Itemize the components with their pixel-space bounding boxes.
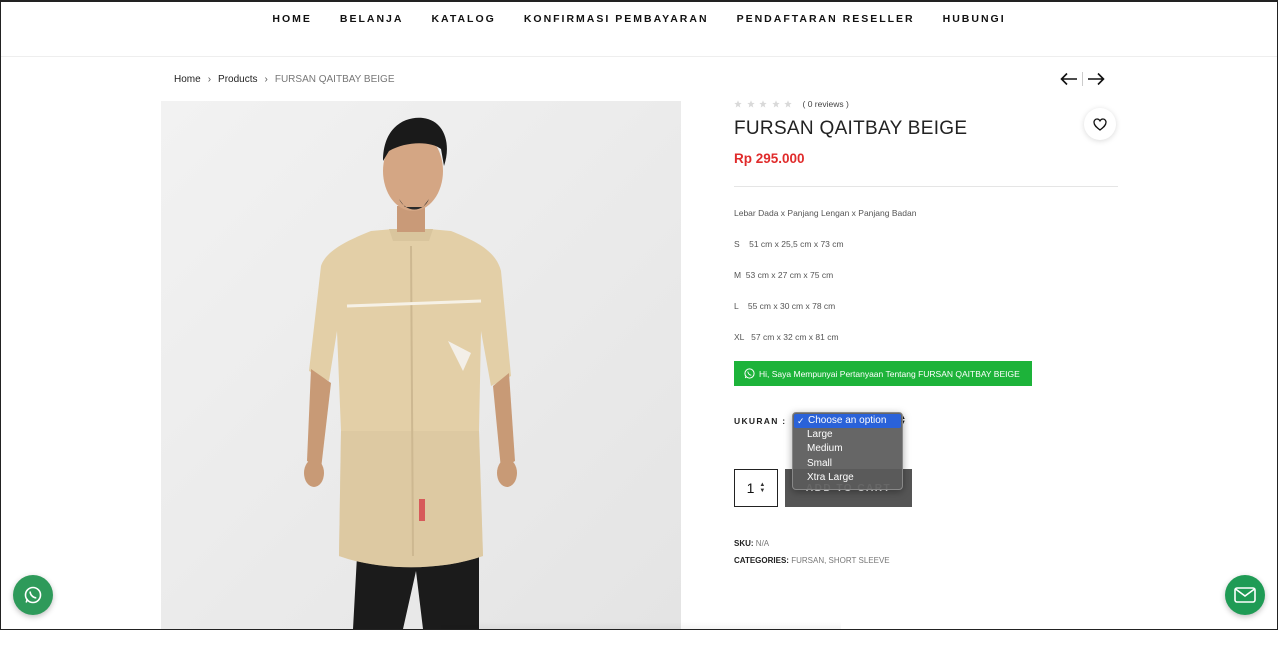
category-link-fursan[interactable]: FURSAN xyxy=(791,556,824,565)
size-chart-l: L 55 cm x 30 cm x 78 cm xyxy=(734,301,836,311)
nav-home[interactable]: HOME xyxy=(272,13,312,25)
size-chart-s: S 51 cm x 25,5 cm x 73 cm xyxy=(734,239,844,249)
whatsapp-question-button[interactable]: Hi, Saya Mempunyai Pertanyaan Tentang FU… xyxy=(734,361,1032,386)
categories-label: CATEGORIES: xyxy=(734,556,789,565)
size-chart-header: Lebar Dada x Panjang Lengan x Panjang Ba… xyxy=(734,208,917,218)
size-select-dropdown[interactable]: ✓ Choose an option Large Medium Small Xt… xyxy=(792,412,903,490)
size-chart-m: M 53 cm x 27 cm x 75 cm xyxy=(734,270,834,280)
breadcrumb: Home › Products › FURSAN QAITBAY BEIGE xyxy=(174,74,395,85)
star-icon xyxy=(784,100,792,108)
reviews-link[interactable]: ( 0 reviews ) xyxy=(803,99,849,109)
breadcrumb-products[interactable]: Products xyxy=(218,74,257,85)
category-link-short-sleeve[interactable]: SHORT SLEEVE xyxy=(829,556,890,565)
size-option-choose[interactable]: ✓ Choose an option xyxy=(794,414,901,429)
nav-konfirmasi-pembayaran[interactable]: KONFIRMASI PEMBAYARAN xyxy=(524,13,709,25)
quantity-value[interactable]: 1 xyxy=(747,480,755,496)
star-icon xyxy=(759,100,767,108)
size-chart-xl: XL 57 cm x 32 cm x 81 cm xyxy=(734,332,839,342)
floating-mail-button[interactable] xyxy=(1225,575,1265,615)
nav-katalog[interactable]: KATALOG xyxy=(431,13,495,25)
nav-belanja[interactable]: BELANJA xyxy=(340,13,404,25)
chevron-right-icon: › xyxy=(264,74,268,85)
star-icon xyxy=(734,100,742,108)
heart-icon xyxy=(1093,117,1107,131)
sku-row: SKU: N/A xyxy=(734,539,769,548)
star-icon xyxy=(771,100,780,108)
size-option-xtra-large[interactable]: Xtra Large xyxy=(793,471,902,485)
sku-label: SKU: xyxy=(734,539,754,548)
arrow-left-icon[interactable] xyxy=(1059,70,1079,88)
arrow-right-icon[interactable] xyxy=(1086,70,1106,88)
pager-divider xyxy=(1082,72,1083,86)
divider xyxy=(734,186,1118,187)
floating-whatsapp-button[interactable] xyxy=(13,575,53,615)
whatsapp-question-label: Hi, Saya Mempunyai Pertanyaan Tentang FU… xyxy=(759,368,1020,379)
breadcrumb-current: FURSAN QAITBAY BEIGE xyxy=(274,74,395,85)
chevron-down-icon[interactable]: ▼ xyxy=(759,488,765,494)
nav-hubungi[interactable]: HUBUNGI xyxy=(943,13,1006,25)
footer-shadow xyxy=(441,622,841,629)
wishlist-button[interactable] xyxy=(1084,108,1116,140)
page-frame: HOME BELANJA KATALOG KONFIRMASI PEMBAYAR… xyxy=(0,0,1278,630)
categories-row: CATEGORIES: FURSAN, SHORT SLEEVE xyxy=(734,556,890,565)
product-price: Rp 295.000 xyxy=(734,151,805,166)
whatsapp-icon xyxy=(744,368,755,379)
chevron-right-icon: › xyxy=(207,74,212,85)
quantity-stepper[interactable]: 1 ▲ ▼ xyxy=(734,469,778,507)
rating: ( 0 reviews ) xyxy=(734,99,849,109)
product-pager xyxy=(1059,70,1106,88)
sku-value: N/A xyxy=(755,539,770,548)
main-nav: HOME BELANJA KATALOG KONFIRMASI PEMBAYAR… xyxy=(1,2,1277,57)
mail-icon xyxy=(1234,587,1256,603)
star-icon xyxy=(746,100,755,108)
ukuran-label: UKURAN : xyxy=(734,416,787,426)
product-image[interactable] xyxy=(161,101,681,629)
breadcrumb-home[interactable]: Home xyxy=(174,74,201,85)
checkmark-icon: ✓ xyxy=(797,416,805,426)
quantity-spin[interactable]: ▲ ▼ xyxy=(759,482,765,494)
product-title: FURSAN QAITBAY BEIGE xyxy=(734,118,968,139)
whatsapp-icon xyxy=(24,586,42,604)
size-option-medium[interactable]: Medium xyxy=(793,442,902,456)
nav-pendaftaran-reseller[interactable]: PENDAFTARAN RESELLER xyxy=(737,13,915,25)
size-option-large[interactable]: Large xyxy=(793,428,902,442)
size-option-small[interactable]: Small xyxy=(793,457,902,471)
